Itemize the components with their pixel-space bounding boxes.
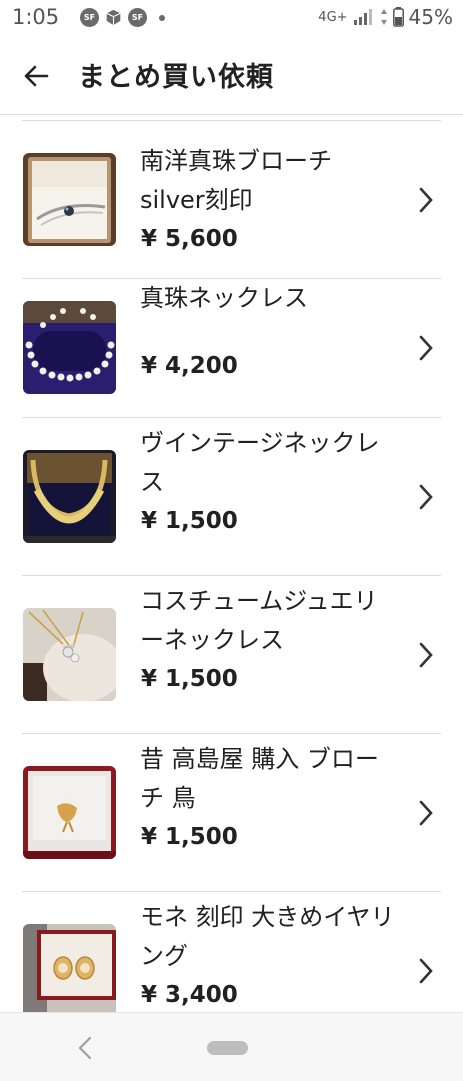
notification-sf-icon: SF [80,8,99,27]
list-item-pearl-brooch[interactable]: 南洋真珠ブローチ silver刻印 ¥ 5,600 [0,114,463,279]
product-thumbnail [23,608,116,701]
item-name: 昔 高島屋 購入 ブローチ 鳥 [140,745,379,812]
signal-icon [353,9,372,25]
product-thumbnail [23,450,116,543]
item-name: 南洋真珠ブローチ silver刻印 [140,147,332,214]
battery-percentage: 45% [408,5,453,29]
product-thumbnail [23,153,116,246]
item-price: ¥ 3,400 [141,982,238,1008]
chevron-right-icon [419,800,433,826]
home-pill[interactable] [207,1041,248,1055]
nav-back-icon[interactable] [72,1033,98,1063]
chevron-right-icon [419,484,433,510]
notification-sf-icon-2: SF [128,8,147,27]
item-name: 真珠ネックレス [140,284,308,312]
notification-box-icon [106,9,121,26]
chevron-right-icon [419,958,433,984]
app-header: まとめ買い依頼 [0,36,463,115]
item-price: ¥ 1,500 [141,666,238,692]
data-transfer-icon [380,9,387,25]
product-thumbnail [23,301,116,394]
list-item-monet-earrings[interactable]: モネ 刻印 大きめイヤリング ¥ 3,400 [0,892,463,1012]
item-price: ¥ 5,600 [141,226,238,252]
status-time: 1:05 [12,5,60,29]
item-price: ¥ 1,500 [141,824,238,850]
list-item-vintage-necklace[interactable]: ヴインテージネックレス ¥ 1,500 [0,418,463,576]
chevron-right-icon [419,642,433,668]
item-name: ヴインテージネックレス [140,429,380,496]
status-bar: 1:05 SF SF 4G+ 45% [0,0,463,36]
notification-icons: SF SF [80,8,165,27]
product-thumbnail [23,924,116,1012]
item-price: ¥ 4,200 [141,353,238,379]
list-item-bird-brooch[interactable]: 昔 高島屋 購入 ブローチ 鳥 ¥ 1,500 [0,734,463,892]
arrow-left-icon [24,65,49,87]
product-thumbnail [23,766,116,859]
network-type: 4G+ [318,9,348,25]
battery-icon [392,7,404,27]
back-button[interactable] [12,52,60,100]
item-name: モネ 刻印 大きめイヤリング [140,903,395,970]
list-item-costume-necklace[interactable]: コスチュームジュエリーネックレス ¥ 1,500 [0,576,463,734]
system-nav-bar [0,1012,463,1081]
item-name: コスチュームジュエリーネックレス [140,587,378,654]
status-indicators: 4G+ 45% [318,5,453,29]
chevron-right-icon [419,335,433,361]
item-price: ¥ 1,500 [141,508,238,534]
page-title: まとめ買い依頼 [78,62,274,93]
more-notifications-dot-icon [159,14,165,21]
chevron-right-icon [419,187,433,213]
product-list[interactable]: 南洋真珠ブローチ silver刻印 ¥ 5,600 真珠ネックレス ¥ 4,20… [0,114,463,1012]
list-item-pearl-necklace[interactable]: 真珠ネックレス ¥ 4,200 [0,279,463,418]
